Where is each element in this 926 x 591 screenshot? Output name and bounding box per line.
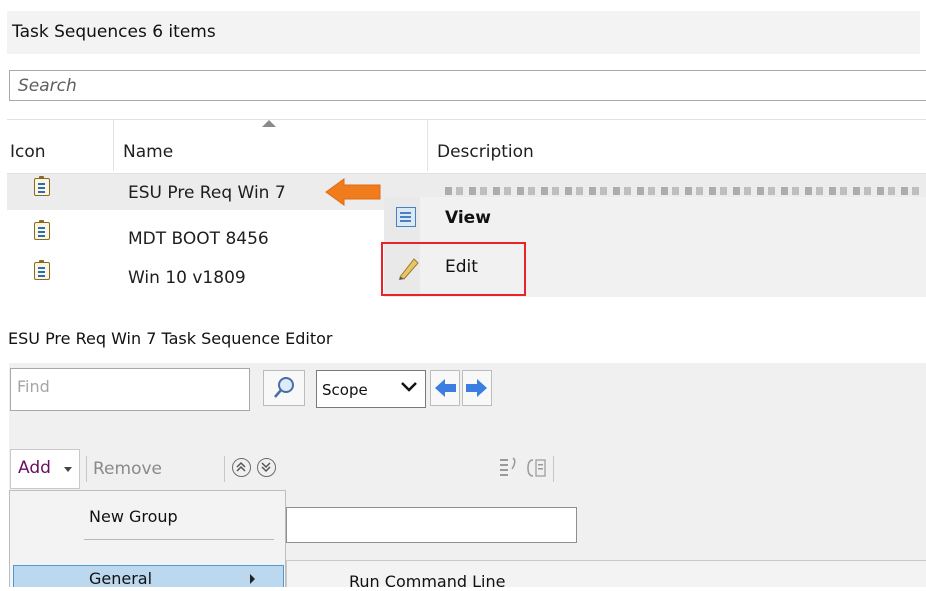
remove-button[interactable]: Remove xyxy=(93,459,162,479)
edit-highlight-box xyxy=(381,242,526,296)
task-sequence-icon xyxy=(34,260,50,280)
search-input[interactable] xyxy=(9,70,926,101)
menu-item-general-label: General xyxy=(89,569,153,588)
arrow-left-icon xyxy=(325,178,381,206)
task-sequence-icon xyxy=(34,176,50,196)
view-icon xyxy=(396,207,416,227)
scope-value: Scope xyxy=(322,381,368,399)
context-menu-view[interactable]: View xyxy=(445,208,491,228)
move-down-button[interactable] xyxy=(257,458,276,477)
row-description-obscured xyxy=(445,187,920,195)
search-placeholder: Search xyxy=(18,76,77,96)
column-separator[interactable] xyxy=(427,120,428,171)
caret-down-icon xyxy=(64,467,72,472)
toolbar-separator xyxy=(224,456,225,482)
back-button[interactable] xyxy=(430,370,460,406)
search-icon xyxy=(274,377,294,398)
column-header-icon[interactable]: Icon xyxy=(10,142,46,162)
menu-separator xyxy=(84,539,274,540)
find-placeholder: Find xyxy=(17,377,50,396)
task-sequence-icon xyxy=(34,220,50,240)
row-name: Win 10 v1809 xyxy=(128,268,246,288)
indent-icon[interactable] xyxy=(524,455,550,481)
column-header-name[interactable]: Name xyxy=(123,142,173,162)
submenu-arrow-icon xyxy=(250,574,255,584)
row-name: MDT BOOT 8456 xyxy=(128,229,269,249)
menu-item-new-group[interactable]: New Group xyxy=(89,507,178,526)
chevron-down-icon xyxy=(401,382,417,392)
toolbar-separator xyxy=(86,456,87,482)
add-label: Add xyxy=(18,458,51,478)
editor-title: ESU Pre Req Win 7 Task Sequence Editor xyxy=(8,329,333,348)
toolbar-separator xyxy=(553,456,554,482)
column-header-description[interactable]: Description xyxy=(437,142,534,162)
move-down-icon xyxy=(261,462,271,473)
column-separator[interactable] xyxy=(113,120,114,171)
forward-arrow-icon xyxy=(466,379,487,397)
menu-item-run-command-line[interactable]: Run Command Line xyxy=(349,572,505,591)
back-arrow-icon xyxy=(435,379,456,397)
row-name: ESU Pre Req Win 7 xyxy=(128,183,286,203)
task-sequences-title: Task Sequences 6 items xyxy=(12,22,216,42)
task-sequence-tree[interactable] xyxy=(286,507,577,543)
find-button[interactable] xyxy=(263,370,305,406)
move-up-icon xyxy=(236,461,246,472)
forward-button[interactable] xyxy=(462,370,492,406)
sort-ascending-icon xyxy=(262,120,276,127)
reorder-icon[interactable] xyxy=(497,455,521,481)
move-up-button[interactable] xyxy=(232,458,251,477)
